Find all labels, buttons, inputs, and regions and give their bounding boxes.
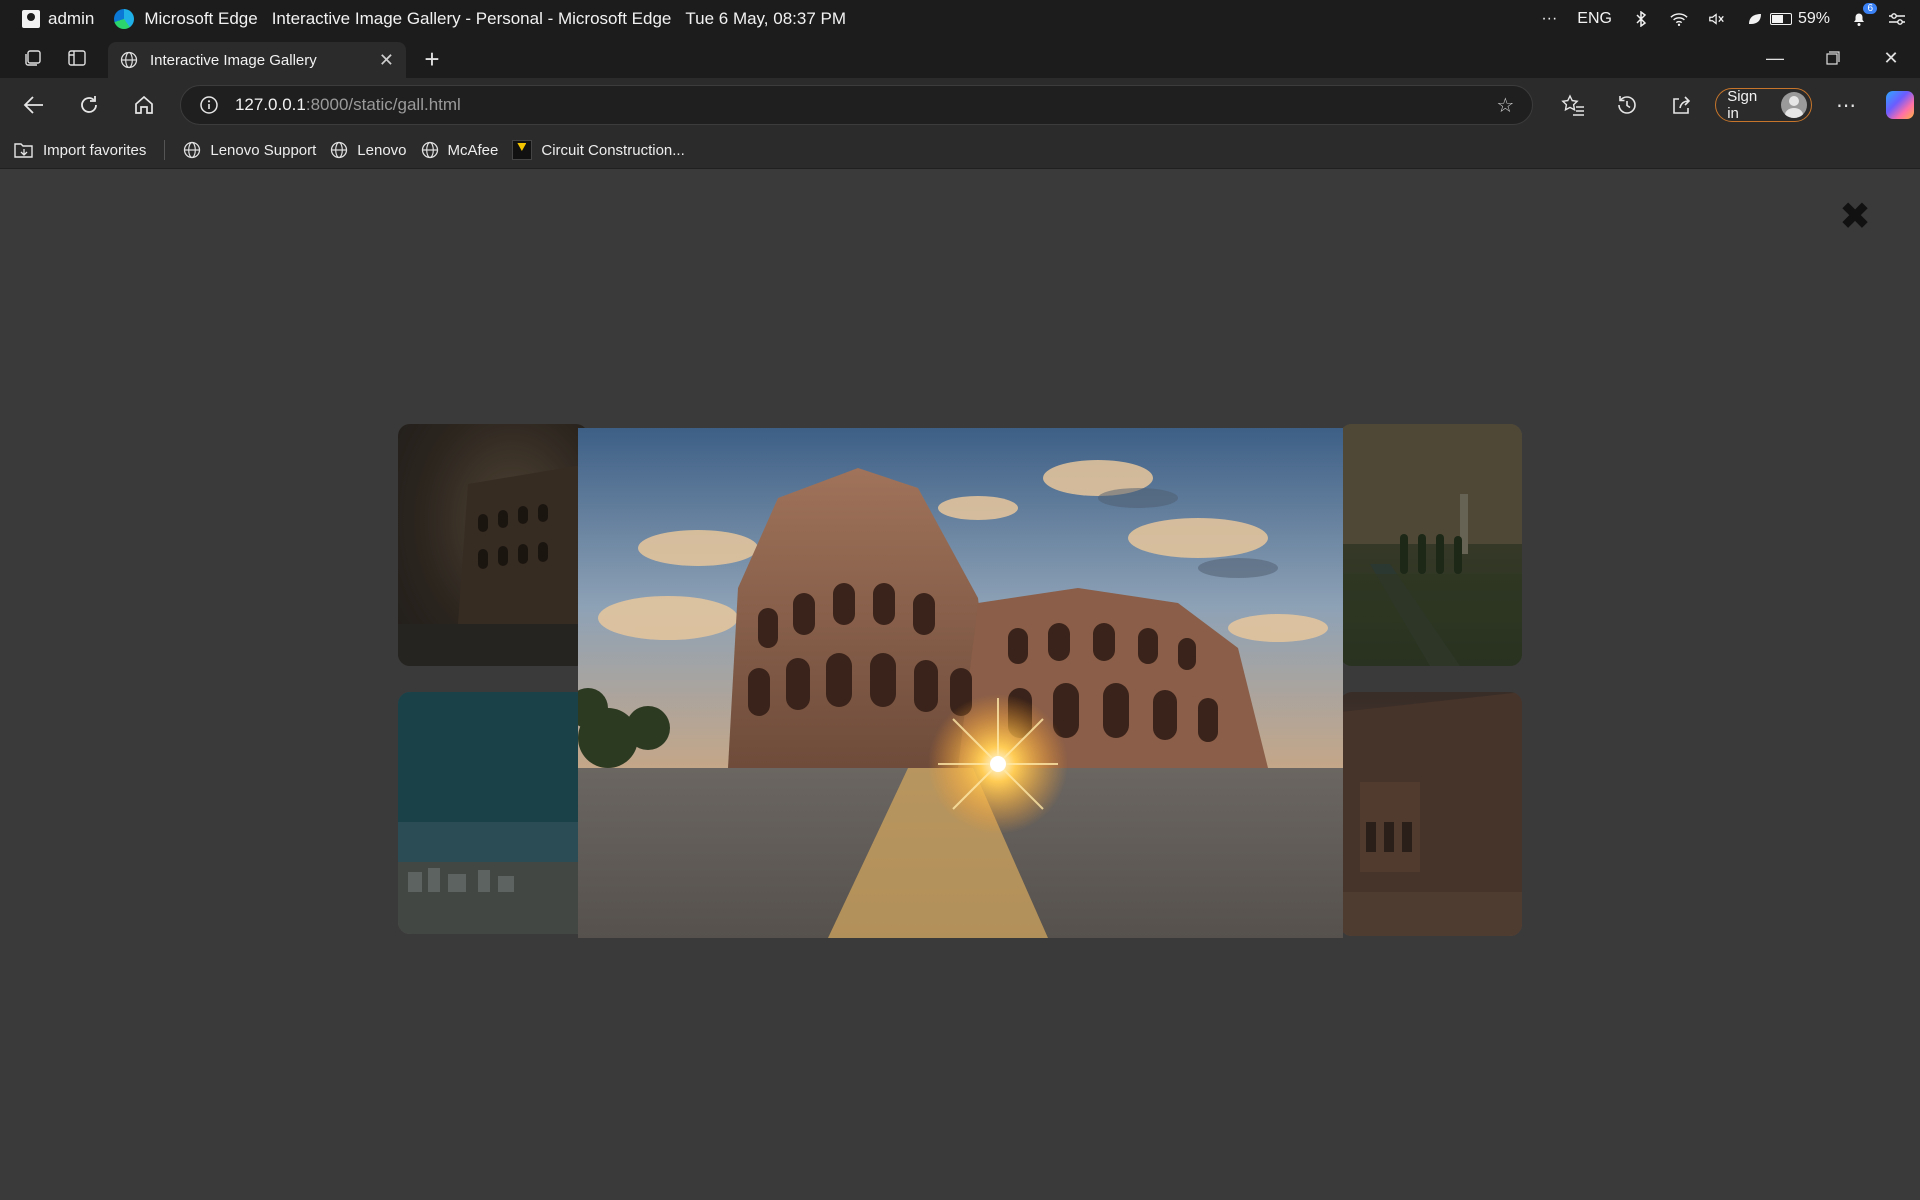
os-datetime: Tue 6 May, 08:37 PM — [685, 9, 847, 28]
favorite-lenovo[interactable]: Lenovo — [330, 141, 407, 159]
workspaces-icon — [25, 50, 41, 66]
gallery-thumbnail-taj-mahal[interactable] — [1340, 424, 1522, 666]
favorite-label: Lenovo Support — [210, 141, 317, 159]
restore-icon[interactable] — [1804, 38, 1862, 78]
new-tab-button[interactable]: + — [414, 42, 450, 76]
favorites-bar: Import favorites Lenovo Support Lenovo M… — [0, 132, 1920, 169]
workspaces-button[interactable] — [14, 41, 52, 75]
os-app-name: Microsoft Edge — [144, 9, 258, 28]
os-window-title: Interactive Image Gallery - Personal - M… — [271, 9, 672, 28]
vertical-tabs-button[interactable] — [58, 41, 96, 75]
history-button[interactable] — [1607, 85, 1647, 125]
edge-logo-icon — [114, 9, 135, 29]
globe-icon — [120, 51, 138, 69]
share-icon — [1673, 96, 1691, 114]
favorite-label: Lenovo — [357, 141, 407, 159]
window-controls: — ✕ — [1746, 38, 1920, 78]
battery-status[interactable]: 59% — [1746, 10, 1830, 28]
home-icon — [135, 95, 153, 114]
gallery-thumbnail-petra[interactable] — [1340, 692, 1522, 936]
favorite-label: Import favorites — [43, 141, 147, 159]
sign-in-button[interactable]: Sign in — [1715, 88, 1813, 122]
refresh-button[interactable] — [69, 85, 109, 125]
favorites-button[interactable] — [1553, 85, 1593, 125]
favorite-mcafee[interactable]: McAfee — [421, 141, 499, 159]
notification-badge: 6 — [1863, 3, 1877, 14]
thumbnail-dim-overlay — [1340, 424, 1522, 666]
navigation-bar: 127.0.0.1:8000/static/gall.html ☆ Sign i… — [0, 78, 1920, 132]
os-language[interactable]: ENG — [1577, 10, 1612, 28]
back-button[interactable] — [14, 85, 54, 125]
os-overflow-icon[interactable]: ··· — [1541, 10, 1557, 28]
bluetooth-icon[interactable] — [1632, 11, 1650, 27]
profile-avatar-icon — [1781, 92, 1808, 118]
battery-percent: 59% — [1797, 10, 1830, 27]
phet-icon — [512, 140, 533, 160]
favorite-star-icon[interactable]: ☆ — [1496, 93, 1514, 118]
address-bar[interactable]: 127.0.0.1:8000/static/gall.html ☆ — [179, 85, 1534, 125]
copilot-button[interactable] — [1880, 85, 1920, 125]
settings-more-button[interactable]: ⋯ — [1826, 85, 1866, 125]
user-icon — [22, 10, 40, 28]
battery-icon — [1769, 13, 1792, 25]
tab-interactive-image-gallery[interactable]: Interactive Image Gallery ✕ — [108, 42, 406, 78]
colosseum-photo-art — [578, 428, 1343, 938]
lightbox-close-button[interactable]: ✖ — [1838, 198, 1872, 236]
url-path: :8000/static/gall.html — [305, 95, 461, 114]
notification-bell-icon[interactable]: 6 — [1850, 3, 1877, 27]
gallery-thumbnail-colosseum[interactable] — [398, 424, 588, 666]
tab-actions-icon — [68, 50, 86, 66]
thumbnail-dim-overlay — [1340, 692, 1522, 936]
globe-icon — [421, 141, 438, 159]
globe-icon — [331, 141, 348, 159]
wifi-icon[interactable] — [1670, 11, 1688, 27]
gallery-thumbnail-coastline[interactable] — [398, 692, 588, 934]
favorite-circuit-construction[interactable]: Circuit Construction... — [512, 140, 685, 160]
volume-muted-icon[interactable] — [1708, 11, 1726, 27]
history-icon — [1618, 96, 1637, 114]
url-host: 127.0.0.1 — [234, 95, 306, 114]
favorite-label: McAfee — [447, 141, 499, 159]
tab-title: Interactive Image Gallery — [150, 51, 317, 69]
copilot-icon — [1886, 91, 1914, 119]
quick-settings-icon[interactable] — [1888, 11, 1906, 27]
os-user-name: admin — [48, 9, 95, 28]
favorites-list-icon — [1561, 94, 1585, 116]
share-button[interactable] — [1661, 85, 1701, 125]
import-icon — [14, 143, 33, 158]
favorite-label: Circuit Construction... — [541, 141, 685, 159]
favorite-import[interactable]: Import favorites — [14, 141, 146, 159]
thumbnail-dim-overlay — [398, 424, 588, 666]
sign-in-label: Sign in — [1727, 88, 1758, 122]
tab-close-icon[interactable]: ✕ — [379, 50, 394, 71]
close-window-icon[interactable]: ✕ — [1862, 38, 1920, 78]
minimize-icon[interactable]: — — [1746, 38, 1804, 78]
tab-strip: Interactive Image Gallery ✕ + — ✕ — [0, 38, 1920, 78]
os-title-bar: admin Microsoft Edge Interactive Image G… — [0, 0, 1920, 38]
globe-icon — [184, 141, 201, 159]
power-leaf-icon — [1746, 11, 1764, 27]
favorites-divider — [164, 140, 166, 160]
thumbnail-dim-overlay — [398, 692, 588, 934]
home-button[interactable] — [124, 85, 164, 125]
site-info-icon[interactable] — [199, 95, 219, 115]
refresh-icon — [81, 96, 97, 113]
back-arrow-icon — [23, 96, 43, 114]
favorite-lenovo-support[interactable]: Lenovo Support — [183, 141, 316, 159]
lightbox-image-colosseum[interactable] — [578, 428, 1343, 938]
